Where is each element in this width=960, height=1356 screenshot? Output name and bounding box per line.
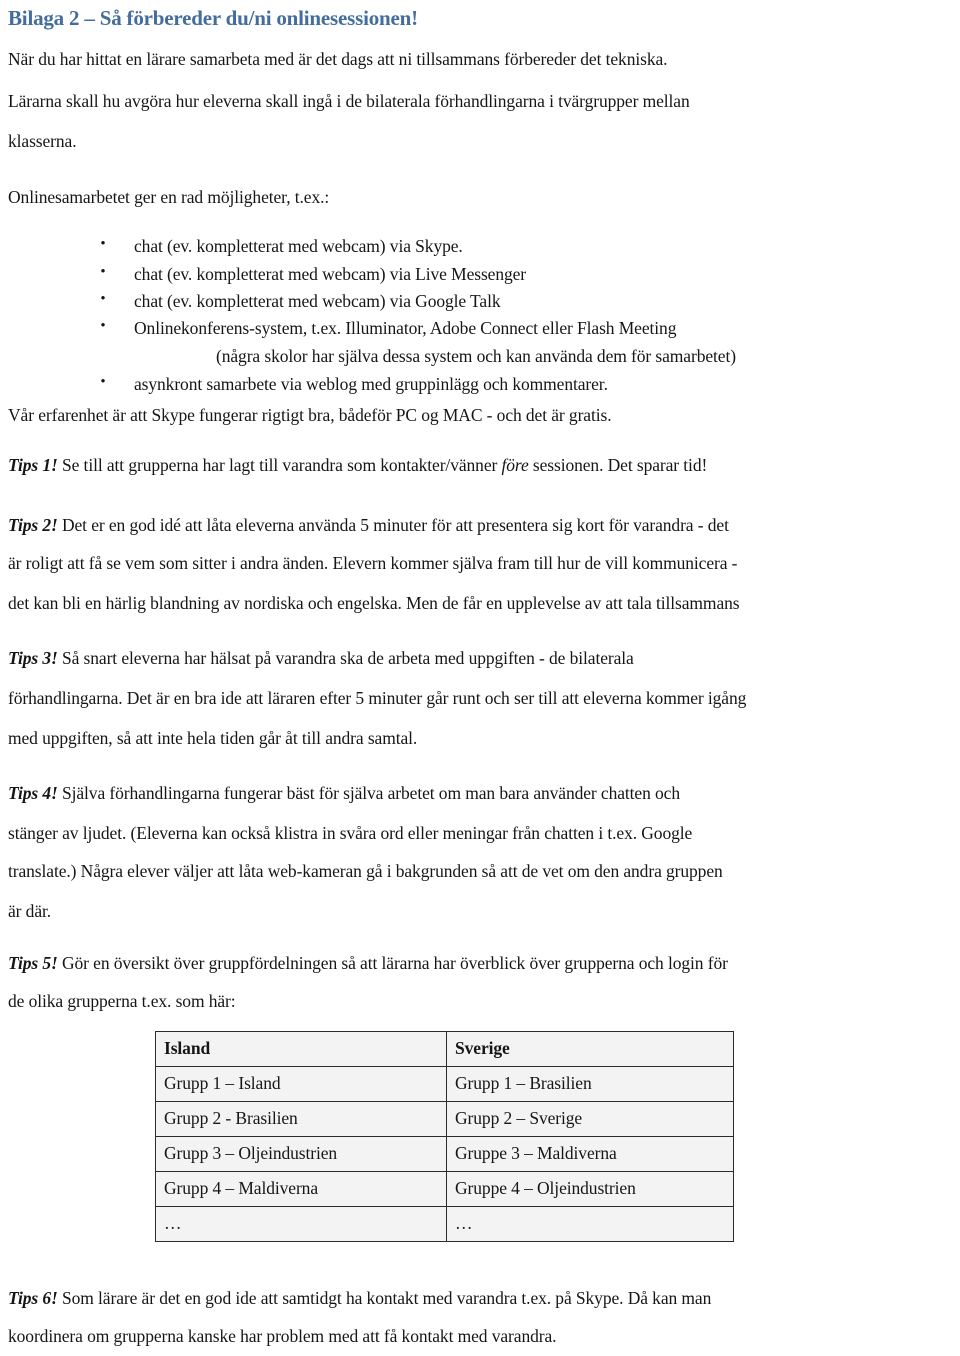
bullet-icon: • xyxy=(100,374,106,390)
tip-5-line-1: Gör en översikt över gruppfördelningen s… xyxy=(57,953,728,973)
intro-line-4: Onlinesamarbetet ger en rad möjligheter,… xyxy=(8,187,330,207)
bullet-icon: • xyxy=(100,291,106,307)
document-page: Bilaga 2 – Så förbereder du/ni onlineses… xyxy=(0,0,960,1356)
tip-4-paragraph: Tips 4! Själva förhandlingarna fungerar … xyxy=(8,783,680,803)
list-item-continuation: (några skolor har själva dessa system oc… xyxy=(216,346,736,366)
table-row: Grupp 4 – Maldiverna Gruppe 4 – Oljeindu… xyxy=(155,1171,734,1207)
cell-sverige-group: Gruppe 3 – Maldiverna xyxy=(446,1136,734,1172)
tip-3-label: Tips 3! xyxy=(8,648,58,668)
table-header-row: Island Sverige xyxy=(155,1031,734,1067)
tip-6-label: Tips 6! xyxy=(8,1288,58,1308)
tip-3-line-1: Så snart eleverna har hälsat på varandra… xyxy=(57,648,634,668)
table-row: … … xyxy=(155,1206,734,1242)
bullet-icon: • xyxy=(100,318,106,334)
tip-2-line-3: det kan bli en härlig blandning av nordi… xyxy=(8,593,740,613)
list-item-label: chat (ev. kompletterat med webcam) via S… xyxy=(134,236,463,256)
tip-3-line-3: med uppgiften, så att inte hela tiden gå… xyxy=(8,728,418,748)
experience-line: Vår erfarenhet är att Skype fungerar rig… xyxy=(8,405,612,425)
bullet-icon: • xyxy=(100,236,106,252)
tip-2-paragraph: Tips 2! Det er en god idé att låta eleve… xyxy=(8,515,729,535)
cell-sverige-ellipsis: … xyxy=(446,1206,734,1242)
cell-island-ellipsis: … xyxy=(155,1206,447,1242)
tip-6-line-2: koordinera om grupperna kanske har probl… xyxy=(8,1326,557,1346)
page-title: Bilaga 2 – Så förbereder du/ni onlineses… xyxy=(8,6,418,30)
tip-4-line-1: Själva förhandlingarna fungerar bäst för… xyxy=(57,783,680,803)
cell-island-group: Grupp 4 – Maldiverna xyxy=(155,1171,447,1207)
list-item-label: chat (ev. kompletterat med webcam) via L… xyxy=(134,264,527,284)
table-row: Grupp 2 - Brasilien Grupp 2 – Sverige xyxy=(155,1101,734,1137)
cell-island-group: Grupp 2 - Brasilien xyxy=(155,1101,447,1137)
tip-1-paragraph: Tips 1! Se till att grupperna har lagt t… xyxy=(8,455,708,475)
table-row: Grupp 1 – Island Grupp 1 – Brasilien xyxy=(155,1066,734,1102)
tip-6-paragraph: Tips 6! Som lärare är det en god ide att… xyxy=(8,1288,712,1308)
list-item-label: asynkront samarbete via weblog med grupp… xyxy=(134,374,608,394)
tip-6-line-1: Som lärare är det en god ide att samtidg… xyxy=(57,1288,712,1308)
tip-2-line-1: Det er en god idé att låta eleverna anvä… xyxy=(57,515,729,535)
cell-island-group: Grupp 3 – Oljeindustrien xyxy=(155,1136,447,1172)
column-header-sverige: Sverige xyxy=(446,1031,734,1067)
tip-4-label: Tips 4! xyxy=(8,783,58,803)
tip-2-label: Tips 2! xyxy=(8,515,58,535)
tip-2-line-2: är roligt att få se vem som sitter i and… xyxy=(8,553,738,573)
tip-4-line-2: stänger av ljudet. (Eleverna kan också k… xyxy=(8,823,693,843)
bullet-icon: • xyxy=(100,264,106,280)
cell-sverige-group: Gruppe 4 – Oljeindustrien xyxy=(446,1171,734,1207)
list-item-label: chat (ev. kompletterat med webcam) via G… xyxy=(134,291,501,311)
tip-1-text-a: Se till att grupperna har lagt till vara… xyxy=(57,455,502,475)
tip-5-label: Tips 5! xyxy=(8,953,58,973)
cell-island-group: Grupp 1 – Island xyxy=(155,1066,447,1102)
cell-sverige-group: Grupp 1 – Brasilien xyxy=(446,1066,734,1102)
tip-5-line-2: de olika grupperna t.ex. som här: xyxy=(8,991,236,1011)
table-row: Grupp 3 – Oljeindustrien Gruppe 3 – Mald… xyxy=(155,1136,734,1172)
tip-4-line-4: är där. xyxy=(8,901,52,921)
tip-3-paragraph: Tips 3! Så snart eleverna har hälsat på … xyxy=(8,648,634,668)
intro-line-2: Lärarna skall hu avgöra hur eleverna ska… xyxy=(8,91,690,111)
tip-3-line-2: förhandlingarna. Det är en bra ide att l… xyxy=(8,688,747,708)
tip-1-emphasis: före xyxy=(501,455,529,475)
intro-line-3: klasserna. xyxy=(8,131,77,151)
tip-1-text-b: sessionen. Det sparar tid! xyxy=(528,455,708,475)
tip-1-label: Tips 1! xyxy=(8,455,58,475)
group-distribution-table: Island Sverige Grupp 1 – Island Grupp 1 … xyxy=(155,1031,734,1242)
tip-5-paragraph: Tips 5! Gör en översikt över gruppfördel… xyxy=(8,953,728,973)
column-header-island: Island xyxy=(155,1031,447,1067)
cell-sverige-group: Grupp 2 – Sverige xyxy=(446,1101,734,1137)
list-item-label: Onlinekonferens-system, t.ex. Illuminato… xyxy=(134,318,677,338)
intro-line-1: När du har hittat en lärare samarbeta me… xyxy=(8,49,668,69)
tip-4-line-3: translate.) Några elever väljer att låta… xyxy=(8,861,723,881)
